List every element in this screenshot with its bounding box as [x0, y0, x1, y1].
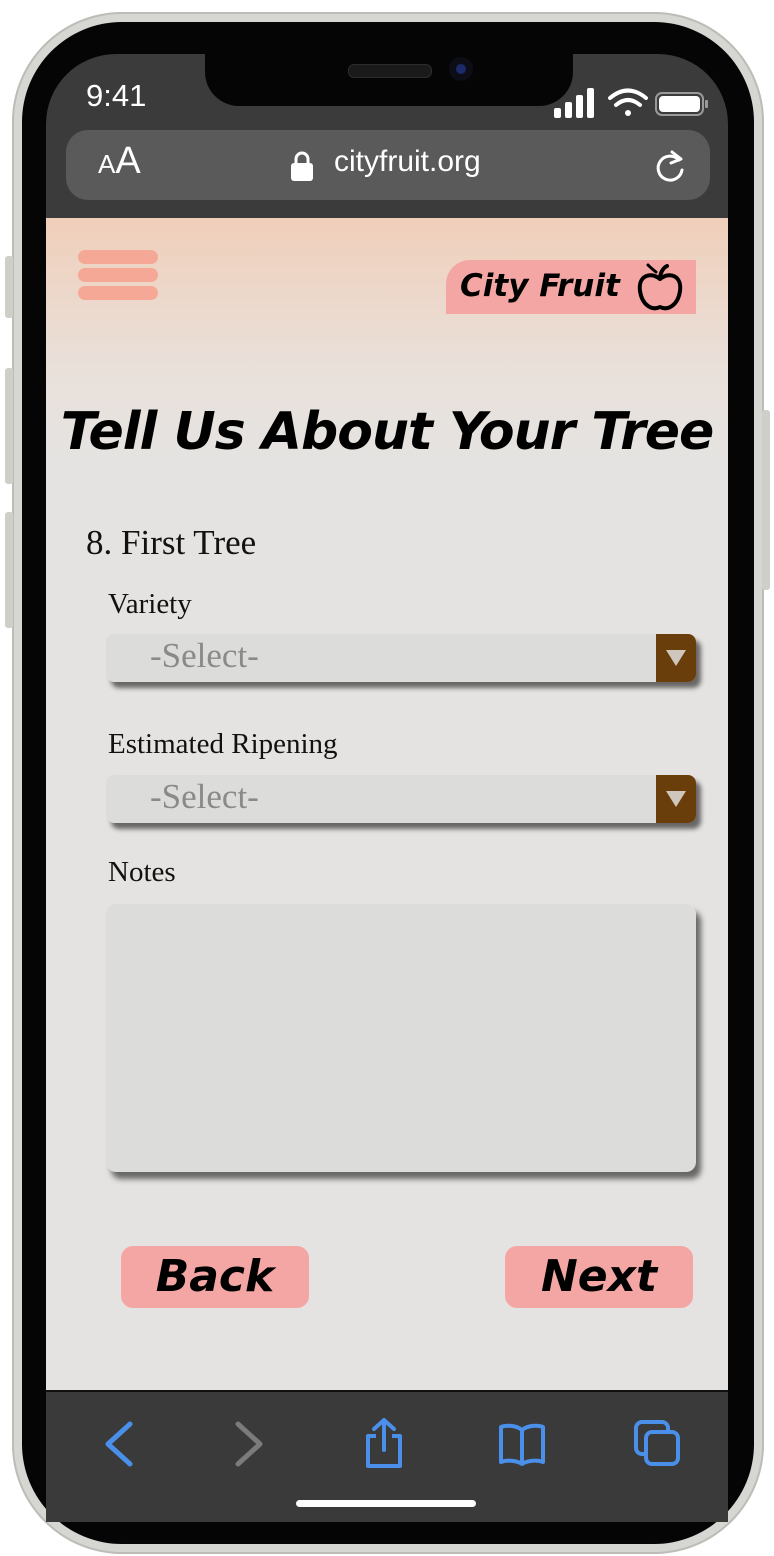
- chevron-down-icon[interactable]: [656, 775, 696, 823]
- ripening-select-value: -Select-: [150, 777, 259, 816]
- notch: [205, 54, 573, 106]
- chevron-down-icon[interactable]: [656, 634, 696, 682]
- text-size-large: A: [115, 140, 141, 182]
- web-content: City Fruit Tell Us About Your Tree 8. Fi…: [46, 218, 728, 1390]
- section-title: 8. First Tree: [86, 523, 257, 562]
- apple-icon: [637, 263, 683, 311]
- text-size-button[interactable]: AA: [98, 140, 141, 183]
- page-title: Tell Us About Your Tree: [60, 402, 715, 462]
- signal-icon: [554, 88, 594, 118]
- home-indicator: [296, 1500, 476, 1507]
- earpiece-speaker: [348, 64, 432, 78]
- share-icon[interactable]: [358, 1418, 410, 1470]
- variety-label: Variety: [108, 588, 192, 620]
- status-icons: [554, 88, 708, 118]
- front-camera: [449, 57, 473, 81]
- tabs-icon[interactable]: [632, 1418, 684, 1470]
- battery-icon: [655, 92, 708, 116]
- variety-select[interactable]: -Select-: [106, 634, 696, 682]
- variety-select-value: -Select-: [150, 636, 259, 675]
- volume-up-button: [5, 368, 13, 484]
- notes-label: Notes: [108, 856, 176, 888]
- reload-icon[interactable]: [654, 148, 688, 184]
- ripening-label: Estimated Ripening: [108, 728, 338, 760]
- forward-arrow-icon[interactable]: [222, 1418, 274, 1470]
- next-button[interactable]: Next: [505, 1246, 693, 1308]
- back-arrow-icon[interactable]: [94, 1418, 146, 1470]
- bookmarks-icon[interactable]: [496, 1418, 548, 1470]
- back-button[interactable]: Back: [121, 1246, 309, 1308]
- silent-switch: [5, 256, 13, 318]
- text-size-small: A: [98, 149, 116, 179]
- lock-icon: [291, 151, 313, 181]
- notes-textarea[interactable]: [106, 904, 696, 1172]
- url-text[interactable]: cityfruit.org: [334, 145, 481, 179]
- logo-text: City Fruit: [460, 268, 620, 304]
- volume-down-button: [5, 512, 13, 628]
- power-button: [762, 410, 770, 590]
- city-fruit-logo[interactable]: City Fruit: [446, 260, 696, 314]
- hamburger-menu-icon[interactable]: [78, 250, 158, 302]
- status-time: 9:41: [86, 78, 147, 113]
- ripening-select[interactable]: -Select-: [106, 775, 696, 823]
- wifi-icon: [608, 88, 648, 116]
